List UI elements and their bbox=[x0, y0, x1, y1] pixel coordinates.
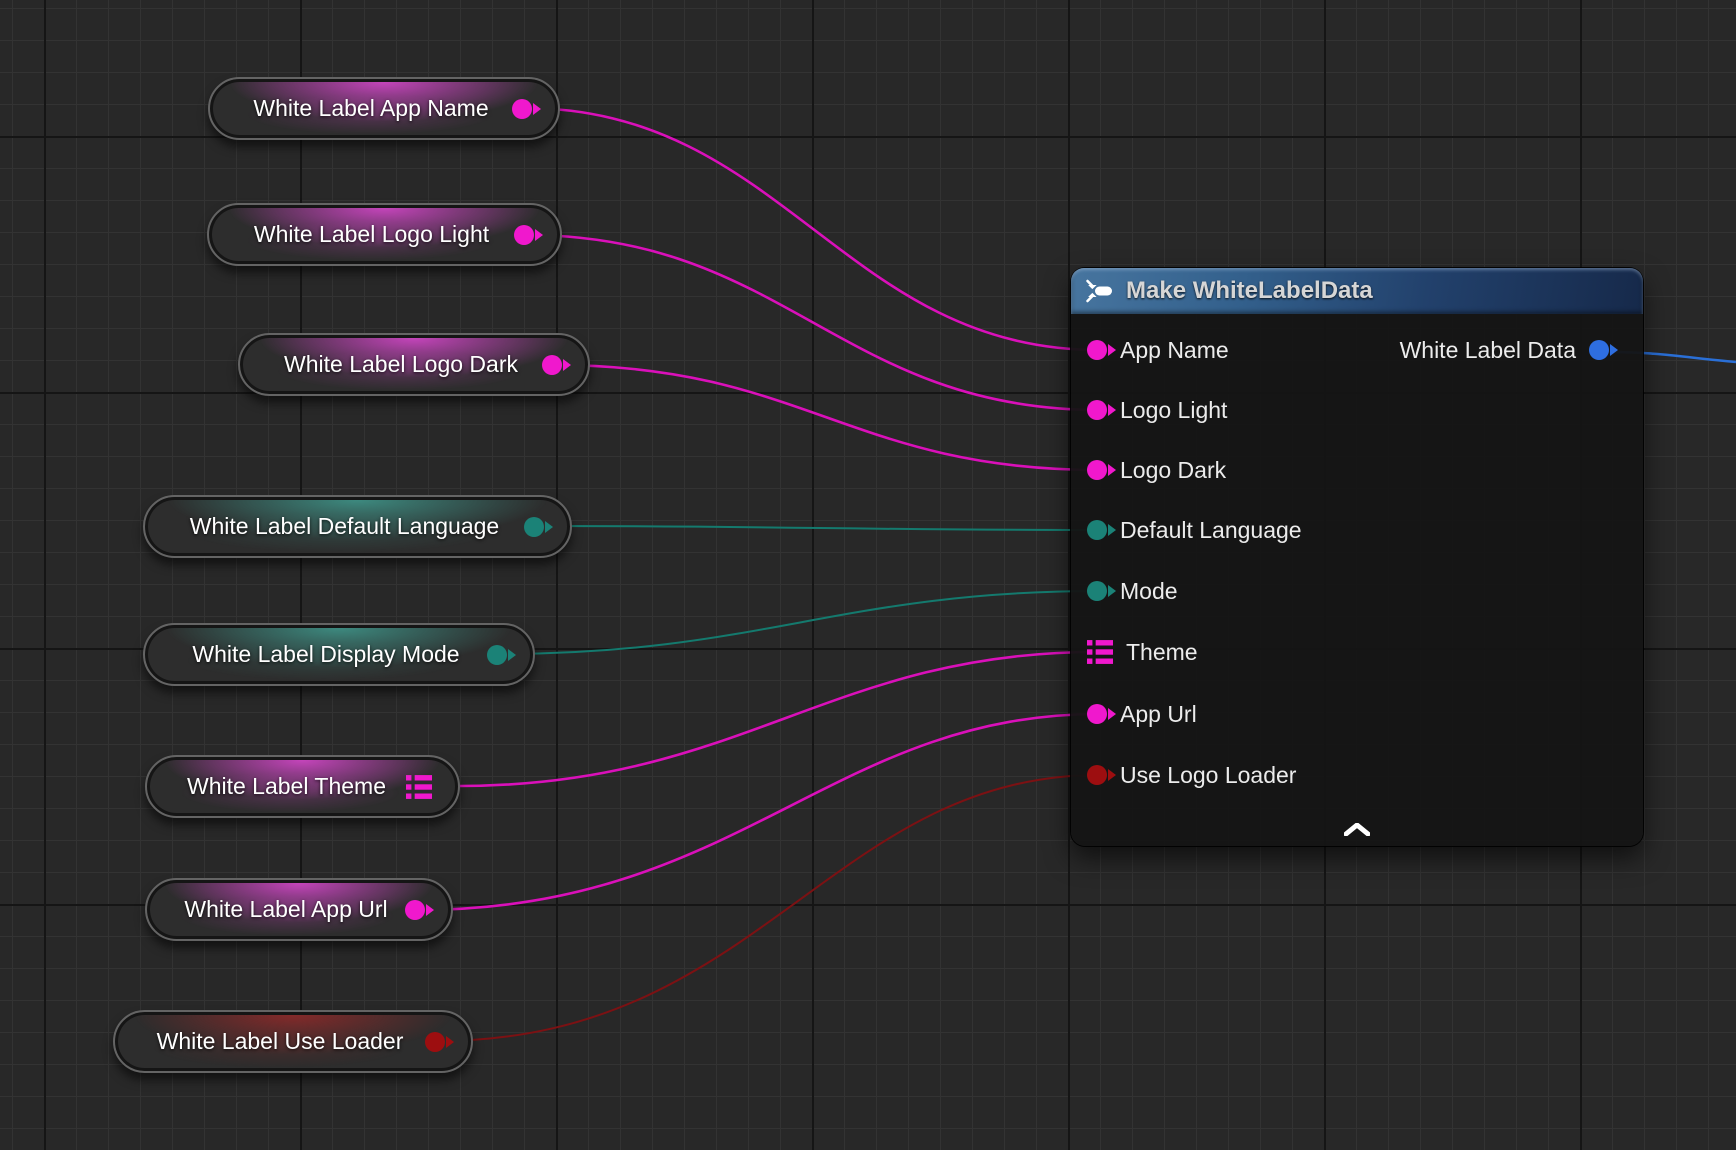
enum-output-pin[interactable] bbox=[487, 645, 507, 665]
var-node-white-label-default-language[interactable]: White Label Default Language bbox=[143, 495, 572, 558]
wire-theme[interactable] bbox=[459, 652, 1096, 786]
output-row-white-label-data: White Label Data bbox=[1400, 336, 1609, 364]
node-title: Make WhiteLabelData bbox=[1126, 277, 1373, 305]
pin-label: Mode bbox=[1120, 578, 1178, 605]
string-output-pin[interactable] bbox=[405, 900, 425, 920]
struct-input-pin-icon[interactable] bbox=[1087, 639, 1113, 665]
var-node-label: White Label Default Language bbox=[190, 513, 499, 540]
input-pin[interactable] bbox=[1087, 520, 1107, 540]
input-pin[interactable] bbox=[1087, 765, 1107, 785]
pin-label: App Url bbox=[1120, 701, 1197, 728]
var-node-white-label-app-url[interactable]: White Label App Url bbox=[145, 878, 453, 941]
var-node-label: White Label App Name bbox=[253, 95, 488, 122]
output-pin[interactable] bbox=[1589, 340, 1609, 360]
var-node-white-label-display-mode[interactable]: White Label Display Mode bbox=[143, 623, 535, 686]
pin-label: White Label Data bbox=[1400, 337, 1576, 364]
var-node-white-label-logo-dark[interactable]: White Label Logo Dark bbox=[238, 333, 590, 396]
input-pin[interactable] bbox=[1087, 581, 1107, 601]
collapse-pins-button[interactable] bbox=[1340, 819, 1374, 839]
input-pin[interactable] bbox=[1087, 704, 1107, 724]
input-pin[interactable] bbox=[1087, 460, 1107, 480]
input-row-logo-light: Logo Light bbox=[1087, 396, 1227, 424]
bool-output-pin[interactable] bbox=[425, 1032, 445, 1052]
make-struct-icon bbox=[1085, 277, 1115, 305]
wire-display-mode[interactable] bbox=[499, 591, 1100, 654]
input-row-logo-dark: Logo Dark bbox=[1087, 456, 1226, 484]
var-node-label: White Label Logo Light bbox=[254, 221, 489, 248]
input-row-theme: Theme bbox=[1087, 638, 1198, 666]
input-row-app-name: App Name bbox=[1087, 336, 1229, 364]
pin-label: Logo Light bbox=[1120, 397, 1227, 424]
wire-logo-dark[interactable] bbox=[554, 365, 1100, 470]
pin-label: Use Logo Loader bbox=[1120, 762, 1296, 789]
string-output-pin[interactable] bbox=[512, 99, 532, 119]
wire-use-loader[interactable] bbox=[437, 775, 1100, 1041]
wire-app-name[interactable] bbox=[524, 108, 1100, 350]
var-node-label: White Label Logo Dark bbox=[284, 351, 518, 378]
var-node-white-label-logo-light[interactable]: White Label Logo Light bbox=[207, 203, 562, 266]
enum-output-pin[interactable] bbox=[524, 517, 544, 537]
chevron-up-icon bbox=[1344, 823, 1370, 836]
input-row-mode: Mode bbox=[1087, 577, 1178, 605]
input-row-use-logo-loader: Use Logo Loader bbox=[1087, 761, 1296, 789]
var-node-label: White Label Display Mode bbox=[192, 641, 459, 668]
input-row-default-language: Default Language bbox=[1087, 516, 1302, 544]
var-node-white-label-app-name[interactable]: White Label App Name bbox=[208, 77, 560, 140]
var-node-label: White Label Theme bbox=[187, 773, 386, 800]
wire-logo-light[interactable] bbox=[526, 235, 1100, 410]
var-node-white-label-use-loader[interactable]: White Label Use Loader bbox=[113, 1010, 473, 1073]
input-pin[interactable] bbox=[1087, 400, 1107, 420]
input-row-app-url: App Url bbox=[1087, 700, 1197, 728]
input-pin[interactable] bbox=[1087, 340, 1107, 360]
pin-label: Theme bbox=[1126, 639, 1198, 666]
make-whitelabeldata-node[interactable]: Make WhiteLabelData App Name Logo Light … bbox=[1071, 268, 1643, 846]
var-node-white-label-theme[interactable]: White Label Theme bbox=[145, 755, 460, 818]
wire-default-language[interactable] bbox=[536, 526, 1100, 530]
pin-label: Logo Dark bbox=[1120, 457, 1226, 484]
var-node-label: White Label App Url bbox=[184, 896, 387, 923]
blueprint-graph-canvas[interactable]: White Label App Name White Label Logo Li… bbox=[0, 0, 1736, 1150]
string-output-pin[interactable] bbox=[514, 225, 534, 245]
wire-app-url[interactable] bbox=[417, 714, 1100, 910]
string-output-pin[interactable] bbox=[542, 355, 562, 375]
var-node-label: White Label Use Loader bbox=[157, 1028, 404, 1055]
pin-label: Default Language bbox=[1120, 517, 1302, 544]
node-header[interactable]: Make WhiteLabelData bbox=[1071, 268, 1643, 314]
struct-output-pin-icon[interactable] bbox=[406, 774, 432, 800]
pin-label: App Name bbox=[1120, 337, 1229, 364]
